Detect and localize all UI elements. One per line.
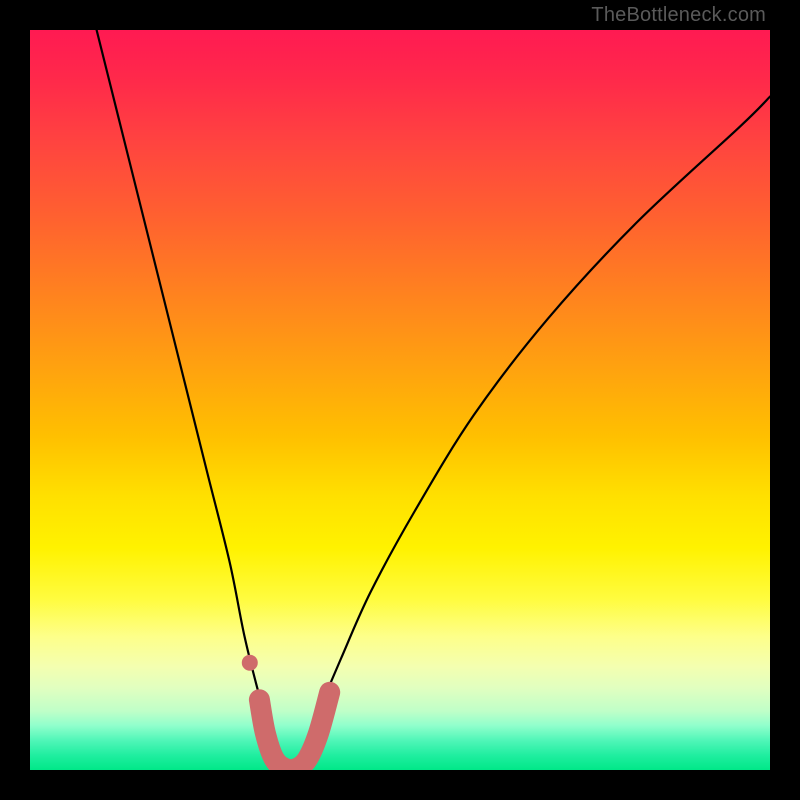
valley-dot-marker	[242, 655, 258, 671]
plot-area	[30, 30, 770, 770]
chart-frame: TheBottleneck.com	[0, 0, 800, 800]
valley-highlight	[259, 692, 329, 769]
bottleneck-curve	[97, 30, 770, 770]
curve-layer	[30, 30, 770, 770]
watermark-text: TheBottleneck.com	[591, 4, 766, 27]
